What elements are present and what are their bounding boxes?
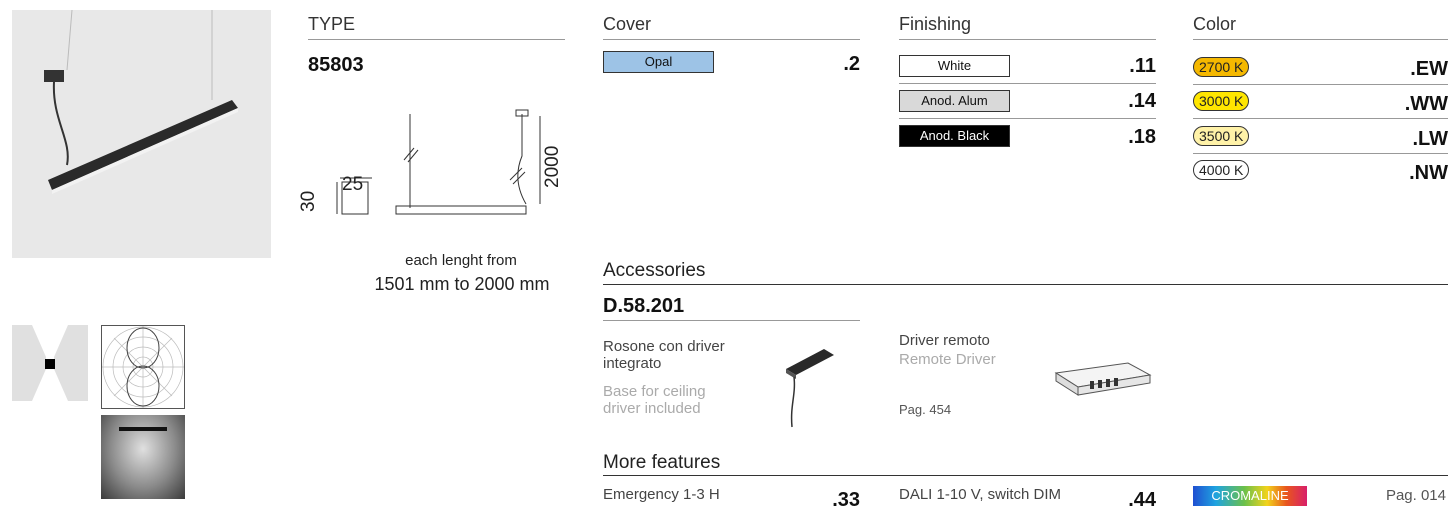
cromaline-label: CROMALINE xyxy=(1211,488,1289,503)
cover-heading: Cover xyxy=(603,14,860,40)
color-divider xyxy=(1193,84,1448,85)
color-heading: Color xyxy=(1193,14,1448,40)
beam-distribution-icon xyxy=(12,325,88,401)
height-dimension: 30 xyxy=(298,190,319,212)
room-light-render xyxy=(101,415,185,499)
length-caption-line2: 1501 mm to 2000 mm xyxy=(374,274,550,294)
ceiling-base-illustration xyxy=(786,349,834,428)
accessory-item2-en: Remote Driver xyxy=(899,351,996,368)
color-option-3000k[interactable]: 3000 K xyxy=(1193,91,1250,111)
accessory-item1-it: Rosone con driver integrato xyxy=(603,338,725,372)
finishing-code-white: .11 xyxy=(1129,55,1156,77)
cover-option-opal[interactable]: Opal xyxy=(603,51,714,73)
accessories-divider xyxy=(603,284,1448,285)
cover-code-opal: .2 xyxy=(843,53,860,75)
finishing-divider xyxy=(899,83,1156,84)
color-divider xyxy=(1193,118,1448,119)
finishing-option-anod-black[interactable]: Anod. Black xyxy=(899,125,1010,147)
color-option-4000k[interactable]: 4000 K xyxy=(1193,160,1250,180)
finishing-divider xyxy=(899,118,1156,119)
more-features-page: Pag. 014 xyxy=(1385,487,1446,504)
finishing-heading: Finishing xyxy=(899,14,1156,40)
more-features-heading: More features xyxy=(603,452,721,473)
accessory-item2-it: Driver remoto xyxy=(899,332,990,349)
accessory-code-divider xyxy=(603,320,860,321)
pendant-lamp-illustration xyxy=(44,9,238,194)
length-caption-line1: each lenght from xyxy=(405,252,517,269)
emergency-label: Emergency 1-3 H xyxy=(603,486,720,503)
drop-dimension: 2000 xyxy=(542,145,563,188)
remote-driver-illustration xyxy=(1054,362,1152,396)
cromaline-badge: CROMALINE xyxy=(1193,486,1307,506)
product-photo xyxy=(12,9,271,258)
accessory-item1-en: Base for ceiling driver included xyxy=(603,383,706,417)
dali-label: DALI 1-10 V, switch DIM xyxy=(899,486,1062,503)
accessory-item2-page: Pag. 454 xyxy=(899,402,952,417)
color-code-ew: .EW xyxy=(1410,58,1448,80)
finishing-option-white[interactable]: White xyxy=(899,55,1010,77)
accessory-code: D.58.201 xyxy=(603,295,685,317)
color-option-3500k[interactable]: 3500 K xyxy=(1193,126,1250,146)
color-divider xyxy=(1193,153,1448,154)
more-features-divider xyxy=(603,475,1448,476)
photometric-polar-diagram xyxy=(101,325,185,409)
dimension-drawing xyxy=(336,109,541,215)
finishing-code-anod-alum: .14 xyxy=(1128,90,1156,112)
color-option-2700k[interactable]: 2700 K xyxy=(1193,57,1250,77)
accessories-heading: Accessories xyxy=(603,260,706,281)
color-code-nw: .NW xyxy=(1409,162,1448,184)
type-heading: TYPE xyxy=(308,14,565,40)
color-code-lw: .LW xyxy=(1412,128,1448,150)
finishing-code-anod-black: .18 xyxy=(1128,126,1156,148)
type-code: 85803 xyxy=(308,54,364,76)
width-dimension: 25 xyxy=(342,174,364,195)
color-code-ww: .WW xyxy=(1404,93,1448,115)
finishing-option-anod-alum[interactable]: Anod. Alum xyxy=(899,90,1010,112)
